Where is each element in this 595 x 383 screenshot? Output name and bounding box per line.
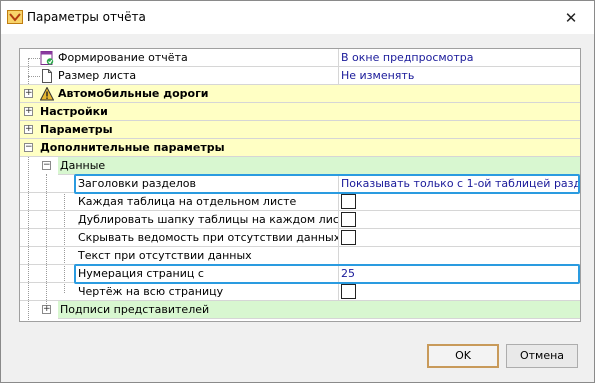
property-row[interactable]: Формирование отчёта В окне предпросмотра xyxy=(20,49,580,67)
property-value[interactable] xyxy=(338,211,580,228)
property-label: Каждая таблица на отдельном листе xyxy=(78,195,297,208)
expand-icon[interactable]: + xyxy=(24,107,33,116)
window-title: Параметры отчёта xyxy=(27,10,146,24)
subcategory-label: Подписи представителей xyxy=(60,303,210,316)
subcategory-row[interactable]: Данные xyxy=(58,157,580,175)
title-bar: Параметры отчёта ✕ xyxy=(1,1,594,34)
property-value[interactable]: 25 xyxy=(338,265,580,282)
page-icon xyxy=(40,69,54,83)
category-label: Автомобильные дороги xyxy=(58,87,209,100)
checkbox[interactable] xyxy=(341,212,356,227)
property-label: Размер листа xyxy=(58,69,137,82)
category-label: Параметры xyxy=(40,123,113,136)
property-label: Нумерация страниц с xyxy=(78,267,204,280)
property-row[interactable]: Скрывать ведомость при отсутствии данных xyxy=(20,229,580,247)
close-button[interactable]: ✕ xyxy=(548,1,594,34)
category-row[interactable]: − Дополнительные параметры xyxy=(20,139,580,157)
property-row[interactable]: Каждая таблица на отдельном листе xyxy=(20,193,580,211)
property-label: Дублировать шапку таблицы на каждом лист… xyxy=(78,213,353,226)
property-row[interactable]: Размер листа Не изменять xyxy=(20,67,580,85)
property-label: Формирование отчёта xyxy=(58,51,188,64)
category-label: Дополнительные параметры xyxy=(40,141,225,154)
property-grid: Формирование отчёта В окне предпросмотра… xyxy=(19,48,581,322)
property-value[interactable] xyxy=(338,283,580,300)
road-warning-icon xyxy=(39,86,55,101)
cancel-button[interactable]: Отмена xyxy=(506,344,578,368)
property-value[interactable] xyxy=(338,247,580,264)
property-row[interactable]: Дублировать шапку таблицы на каждом лист… xyxy=(20,211,580,229)
category-row[interactable]: + Настройки xyxy=(20,103,580,121)
checkbox[interactable] xyxy=(341,284,356,299)
property-value[interactable]: Не изменять xyxy=(338,67,580,84)
property-row[interactable]: Текст при отсутствии данных xyxy=(20,247,580,265)
property-row[interactable]: Нумерация страниц с 25 xyxy=(20,265,580,283)
collapse-icon[interactable]: − xyxy=(42,161,51,170)
property-value[interactable]: Показывать только с 1-ой таблицей раздел… xyxy=(338,175,580,192)
property-row[interactable]: Чертёж на всю страницу xyxy=(20,283,580,301)
subcategory-row[interactable]: Подписи представителей xyxy=(58,301,580,319)
ok-button[interactable]: OK xyxy=(427,344,499,368)
app-icon xyxy=(7,10,23,24)
dialog-window: Параметры отчёта ✕ Формирование отчёта В… xyxy=(0,0,595,383)
checkbox[interactable] xyxy=(341,230,356,245)
category-row[interactable]: + Автомобильные дороги xyxy=(20,85,580,103)
collapse-icon[interactable]: − xyxy=(24,143,33,152)
property-value[interactable]: В окне предпросмотра xyxy=(338,49,580,66)
category-label: Настройки xyxy=(40,105,108,118)
property-label: Скрывать ведомость при отсутствии данных xyxy=(78,231,341,244)
property-row[interactable]: Заголовки разделов Показывать только с 1… xyxy=(20,175,580,193)
category-row[interactable]: + Параметры xyxy=(20,121,580,139)
expand-icon[interactable]: + xyxy=(42,305,51,314)
property-label: Текст при отсутствии данных xyxy=(78,249,252,262)
property-value[interactable] xyxy=(338,229,580,246)
property-label: Чертёж на всю страницу xyxy=(78,285,224,298)
property-value[interactable] xyxy=(338,193,580,210)
checkbox[interactable] xyxy=(341,194,356,209)
expand-icon[interactable]: + xyxy=(24,125,33,134)
property-label: Заголовки разделов xyxy=(78,177,197,190)
report-icon xyxy=(40,51,54,65)
subcategory-label: Данные xyxy=(60,159,106,172)
expand-icon[interactable]: + xyxy=(24,89,33,98)
